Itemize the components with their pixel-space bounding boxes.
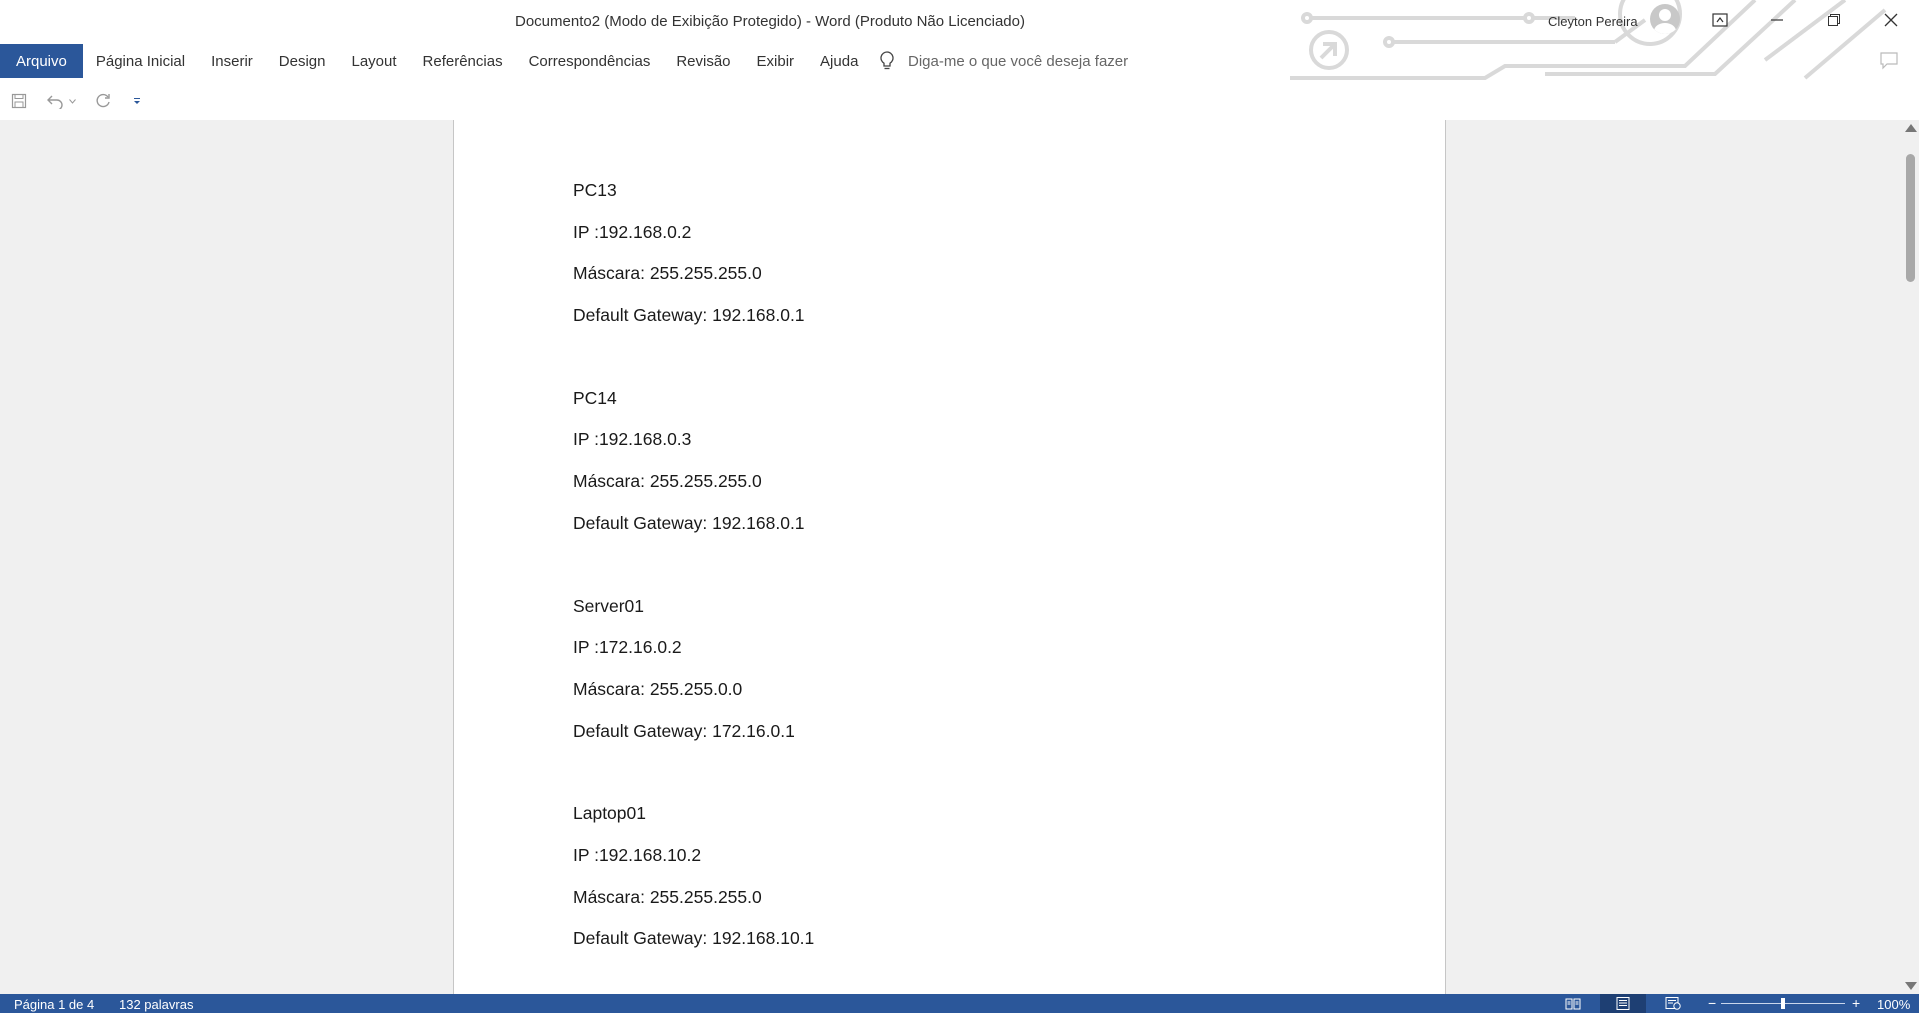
zoom-level[interactable]: 100%	[1877, 997, 1910, 1012]
scroll-up-icon[interactable]	[1905, 124, 1917, 132]
device-mask[interactable]: Máscara: 255.255.255.0	[573, 471, 814, 513]
device-name[interactable]: Laptop01	[573, 803, 814, 845]
tab-layout[interactable]: Layout	[338, 44, 409, 78]
device-name[interactable]: PC14	[573, 388, 814, 430]
comment-icon[interactable]	[1880, 52, 1898, 75]
ribbon-tabs: Arquivo Página Inicial Inserir Design La…	[0, 44, 871, 78]
page-count[interactable]: Página 1 de 4	[14, 997, 94, 1012]
device-mask[interactable]: Máscara: 255.255.0.0	[573, 679, 814, 721]
ribbon-display-options-icon[interactable]	[1692, 0, 1748, 40]
web-layout-icon[interactable]	[1650, 994, 1696, 1013]
device-gateway[interactable]: Default Gateway: 172.16.0.1	[573, 721, 814, 763]
device-block-server01: Server01 IP :172.16.0.2 Máscara: 255.255…	[573, 596, 814, 763]
word-count[interactable]: 132 palavras	[119, 997, 193, 1012]
device-gateway[interactable]: Default Gateway: 192.168.10.1	[573, 928, 814, 970]
device-ip[interactable]: IP :192.168.10.2	[573, 845, 814, 887]
device-gateway[interactable]: Default Gateway: 192.168.0.1	[573, 513, 814, 555]
restore-icon[interactable]	[1806, 0, 1862, 40]
tab-inserir[interactable]: Inserir	[198, 44, 266, 78]
device-gateway[interactable]: Default Gateway: 192.168.0.1	[573, 305, 814, 347]
undo-dropdown-icon[interactable]	[66, 86, 78, 116]
scroll-thumb[interactable]	[1906, 154, 1915, 282]
zoom-in-icon[interactable]: +	[1852, 995, 1860, 1011]
document-body: PC13 IP :192.168.0.2 Máscara: 255.255.25…	[573, 180, 814, 994]
vertical-scrollbar[interactable]	[1902, 120, 1919, 994]
device-block-pc14: PC14 IP :192.168.0.3 Máscara: 255.255.25…	[573, 388, 814, 555]
device-ip[interactable]: IP :192.168.0.3	[573, 429, 814, 471]
tab-arquivo[interactable]: Arquivo	[0, 44, 83, 78]
redo-icon[interactable]	[88, 86, 118, 116]
window-title: Documento2 (Modo de Exibição Protegido) …	[515, 13, 1025, 30]
document-workspace: PC13 IP :192.168.0.2 Máscara: 255.255.25…	[0, 120, 1902, 994]
device-ip[interactable]: IP :172.16.0.2	[573, 637, 814, 679]
device-mask[interactable]: Máscara: 255.255.255.0	[573, 263, 814, 305]
avatar[interactable]	[1650, 4, 1680, 34]
minimize-icon[interactable]	[1749, 0, 1805, 40]
save-icon[interactable]	[4, 86, 34, 116]
device-block-pc13: PC13 IP :192.168.0.2 Máscara: 255.255.25…	[573, 180, 814, 347]
device-ip[interactable]: IP :192.168.0.2	[573, 222, 814, 264]
lightbulb-icon	[880, 51, 894, 70]
device-block-laptop01: Laptop01 IP :192.168.10.2 Máscara: 255.2…	[573, 803, 814, 970]
tab-design[interactable]: Design	[266, 44, 339, 78]
tell-me-search[interactable]: Diga-me o que você deseja fazer	[880, 44, 1128, 78]
device-mask[interactable]: Máscara: 255.255.255.0	[573, 887, 814, 929]
device-name[interactable]: Server01	[573, 596, 814, 638]
tab-correspondencias[interactable]: Correspondências	[516, 44, 664, 78]
print-layout-icon[interactable]	[1600, 994, 1646, 1013]
status-bar: Página 1 de 4 132 palavras − + 100%	[0, 994, 1919, 1013]
zoom-out-icon[interactable]: −	[1708, 995, 1716, 1011]
document-page[interactable]: PC13 IP :192.168.0.2 Máscara: 255.255.25…	[453, 120, 1446, 994]
tab-referencias[interactable]: Referências	[410, 44, 516, 78]
close-icon[interactable]	[1863, 0, 1919, 40]
tab-revisao[interactable]: Revisão	[663, 44, 743, 78]
tab-exibir[interactable]: Exibir	[744, 44, 808, 78]
customize-qat-icon[interactable]	[122, 86, 152, 116]
user-name[interactable]: Cleyton Pereira	[1548, 14, 1638, 29]
tab-pagina-inicial[interactable]: Página Inicial	[83, 44, 198, 78]
undo-icon[interactable]	[44, 86, 66, 116]
zoom-slider-thumb[interactable]	[1781, 998, 1785, 1009]
scroll-down-icon[interactable]	[1905, 982, 1917, 990]
tab-ajuda[interactable]: Ajuda	[807, 44, 871, 78]
read-mode-icon[interactable]	[1550, 994, 1596, 1013]
title-bar: Documento2 (Modo de Exibição Protegido) …	[0, 0, 1919, 80]
quick-access-toolbar	[0, 86, 152, 116]
device-name[interactable]: PC13	[573, 180, 814, 222]
tell-me-placeholder: Diga-me o que você deseja fazer	[908, 52, 1129, 70]
